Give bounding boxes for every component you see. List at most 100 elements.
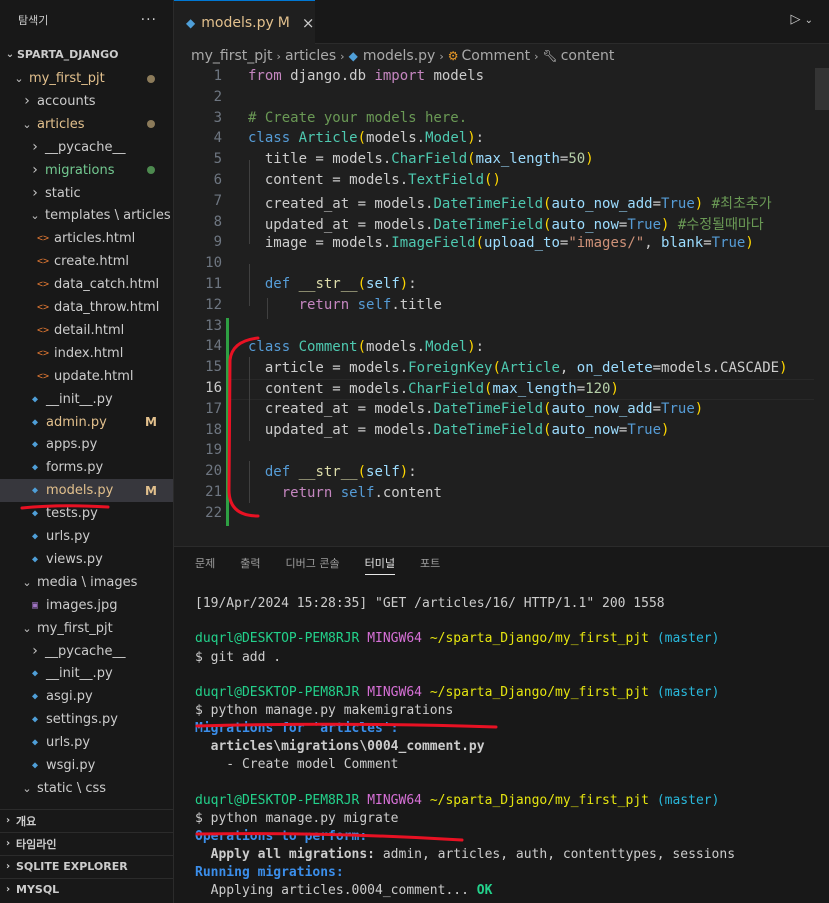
section-mysql[interactable]: › MYSQL <box>0 878 173 900</box>
chevron-right-icon: › <box>439 49 444 63</box>
python-file-icon: ◆ <box>31 553 39 565</box>
tree-item-data-catch-html[interactable]: <> data_catch.html <box>0 273 173 296</box>
code-line: content = models.TextField() <box>248 172 501 188</box>
tree-item-my-first-pjt[interactable]: ⌄ my_first_pjt <box>0 617 173 640</box>
code-line: image = models.ImageField(upload_to="ima… <box>248 235 754 251</box>
tree-item-static-css[interactable]: ⌄ static \ css <box>0 777 173 800</box>
line-number: 1 <box>213 68 222 84</box>
tree-item-urls-py[interactable]: ◆ urls.py <box>0 731 173 754</box>
tree-item-pycache[interactable]: › __pycache__ <box>0 640 173 663</box>
tree-item-views-py[interactable]: ◆ views.py <box>0 548 173 571</box>
section-sqlite-explorer[interactable]: › SQLITE EXPLORER <box>0 855 173 877</box>
git-modified-badge: M <box>145 483 157 498</box>
tree-item-label: apps.py <box>46 437 98 453</box>
tree-item-create-html[interactable]: <> create.html <box>0 250 173 273</box>
section-label: MYSQL <box>16 883 60 896</box>
tree-item-asgi-py[interactable]: ◆ asgi.py <box>0 685 173 708</box>
tree-item-init-py[interactable]: ◆ __init__.py <box>0 388 173 411</box>
tree-item-articles-html[interactable]: <> articles.html <box>0 227 173 250</box>
breadcrumb-item[interactable]: Comment <box>462 48 531 64</box>
chevron-down-icon: ⌄ <box>22 781 32 795</box>
tree-item-settings-py[interactable]: ◆ settings.py <box>0 708 173 731</box>
terminal-command: $ python manage.py makemigrations <box>195 703 454 718</box>
explorer-header: 탐색기 ··· <box>0 0 173 40</box>
tree-item-label: migrations <box>45 162 115 178</box>
section-outline[interactable]: › 개요 <box>0 809 173 831</box>
tab-debug-console[interactable]: 디버그 콘솔 <box>286 555 340 575</box>
breadcrumb-item[interactable]: my_first_pjt <box>191 48 273 64</box>
code-line: def __str__(self): <box>264 276 417 292</box>
tab-problems[interactable]: 문제 <box>195 555 215 575</box>
tree-item-urls-py[interactable]: ◆ urls.py <box>0 525 173 548</box>
tree-item-migrations[interactable]: › migrations <box>0 159 173 182</box>
tree-item-label: models.py <box>46 483 114 499</box>
chevron-right-icon: › <box>5 884 11 895</box>
chevron-right-icon: › <box>32 185 38 201</box>
terminal-output: Running migrations: <box>195 865 344 880</box>
tree-item-label: accounts <box>37 93 96 109</box>
run-button[interactable]: ▷ ⌄ <box>790 12 813 27</box>
tree-item-index-html[interactable]: <> index.html <box>0 342 173 365</box>
tree-item-admin-py[interactable]: ◆ admin.py M <box>0 411 173 434</box>
terminal-prompt: duqrl@DESKTOP-PEM8RJR MINGW64 ~/sparta_D… <box>195 631 719 646</box>
tree-item-detail-html[interactable]: <> detail.html <box>0 319 173 342</box>
chevron-down-icon: ⌄ <box>804 15 813 26</box>
close-icon[interactable]: × <box>302 14 315 32</box>
python-file-icon: ◆ <box>31 714 39 726</box>
section-timeline[interactable]: › 타임라인 <box>0 832 173 854</box>
tree-item-media-images[interactable]: ⌄ media \ images <box>0 571 173 594</box>
tree-item-label: templates \ articles <box>45 208 171 224</box>
tree-item-wsgi-py[interactable]: ◆ wsgi.py <box>0 754 173 777</box>
tree-item-forms-py[interactable]: ◆ forms.py <box>0 456 173 479</box>
ellipsis-icon[interactable]: ··· <box>141 12 157 28</box>
terminal-prompt: duqrl@DESKTOP-PEM8RJR MINGW64 ~/sparta_D… <box>195 685 719 700</box>
line-number: 22 <box>205 504 222 521</box>
html-file-icon: <> <box>36 370 50 382</box>
tree-item-tests-py[interactable]: ◆ tests.py <box>0 502 173 525</box>
tab-ports[interactable]: 포트 <box>420 555 440 575</box>
tree-item-pycache[interactable]: › __pycache__ <box>0 136 173 159</box>
prompt-env: MINGW64 <box>367 685 422 700</box>
section-label: SQLITE EXPLORER <box>16 860 128 873</box>
tree-item-apps-py[interactable]: ◆ apps.py <box>0 433 173 456</box>
python-file-icon: ◆ <box>31 462 39 474</box>
tree-item-models-py[interactable]: ◆ models.py M <box>0 479 173 503</box>
tree-item-images-jpg[interactable]: ▣ images.jpg <box>0 594 173 617</box>
breadcrumb-item[interactable]: articles <box>285 48 336 64</box>
tree-item-label: views.py <box>46 551 103 567</box>
code-line: return self.content <box>281 485 442 501</box>
tree-item-update-html[interactable]: <> update.html <box>0 365 173 388</box>
tree-item-articles[interactable]: ⌄ articles <box>0 113 173 136</box>
tree-item-label: index.html <box>54 345 124 361</box>
chevron-right-icon: › <box>5 861 11 872</box>
project-root[interactable]: ⌄ SPARTA_DJANGO <box>0 43 173 66</box>
explorer-sidebar: 탐색기 ··· ⌄ SPARTA_DJANGO ⌄ my_first_pjt › ac… <box>0 0 174 903</box>
tree-item-my-first-pjt[interactable]: ⌄ my_first_pjt <box>0 67 173 90</box>
html-file-icon: <> <box>36 302 50 313</box>
chevron-right-icon: › <box>32 139 38 156</box>
chevron-down-icon: ⌄ <box>30 209 40 223</box>
tree-item-static[interactable]: › static <box>0 182 173 205</box>
git-added-gutter <box>226 318 229 526</box>
tab-output[interactable]: 출력 <box>240 555 260 575</box>
prompt-path: ~/sparta_Django/my_first_pjt <box>429 793 649 808</box>
tree-item-accounts[interactable]: › accounts <box>0 90 173 113</box>
editor-scrollbar[interactable] <box>815 68 829 110</box>
tree-item-init-py[interactable]: ◆ __init__.py <box>0 662 173 685</box>
python-file-icon: ◆ <box>31 531 39 542</box>
project-name: SPARTA_DJANGO <box>17 48 119 61</box>
python-file-icon: ◆ <box>31 485 39 497</box>
breadcrumb-item[interactable]: content <box>561 48 615 64</box>
tree-item-templates-articles[interactable]: ⌄ templates \ articles <box>0 204 173 227</box>
tab-models-py[interactable]: ◆ models.py M × <box>174 0 315 44</box>
tab-terminal[interactable]: 터미널 <box>364 555 395 575</box>
code-editor[interactable]: 1 2 3 4 5 6 7 8 9 10 11 12 13 14 15 16 17 18 19 20 21 22 from… <box>174 68 815 546</box>
line-number: 20 <box>205 463 222 480</box>
minimap[interactable] <box>814 68 829 546</box>
tree-item-data-throw-html[interactable]: <> data_throw.html <box>0 296 173 319</box>
tree-item-label: update.html <box>54 368 134 384</box>
html-file-icon: <> <box>36 324 50 336</box>
line-number: 17 <box>205 400 222 417</box>
tree-item-label: forms.py <box>46 460 104 476</box>
breadcrumb-item[interactable]: models.py <box>363 48 436 64</box>
